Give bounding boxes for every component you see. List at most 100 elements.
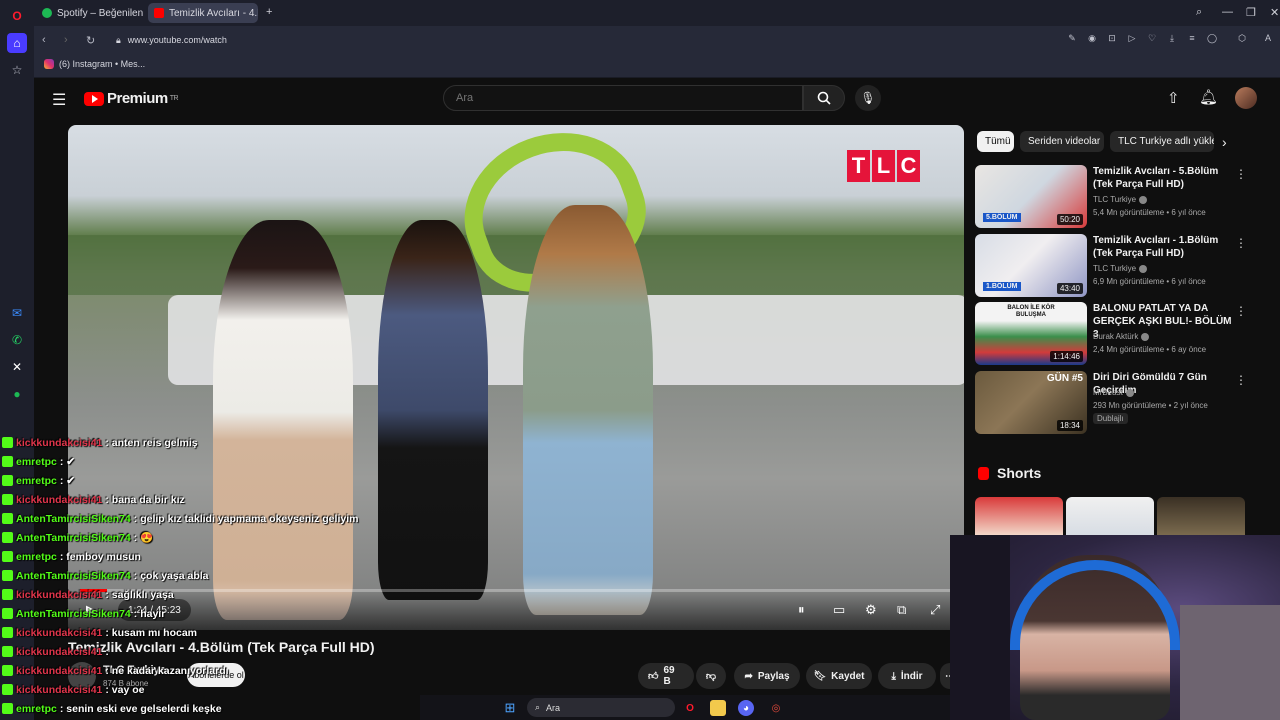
chat-username: AntenTamircisiSiken74 — [16, 569, 131, 582]
chat-text: : 😍 — [133, 532, 154, 544]
obs-icon[interactable]: ◎ — [768, 700, 784, 716]
short-thumbnail[interactable] — [1157, 497, 1245, 535]
more-vert-icon[interactable]: ⋮ — [1235, 373, 1247, 387]
url-field[interactable]: 🔒︎ www.youtube.com/watch — [108, 30, 1208, 50]
home-icon[interactable]: ⌂ — [7, 33, 27, 53]
search-button[interactable] — [803, 85, 845, 111]
stream-chat: kickkundakcisi41 : anten reis gelmiş emret… — [0, 433, 420, 718]
search-input[interactable] — [443, 85, 803, 111]
tab-label: Spotify – Beğenilen Şarkıl — [57, 7, 144, 19]
miniplayer-icon[interactable]: ⧉ — [897, 602, 906, 618]
search-tabs-icon[interactable]: ⌕ — [1196, 6, 1202, 19]
spotify-icon[interactable]: ● — [7, 384, 27, 404]
duration-badge: 1:14:46 — [1050, 351, 1083, 362]
recommendation-channel: MrBeast — [1093, 388, 1134, 397]
settings-gear-icon[interactable]: ⚙ — [865, 602, 877, 618]
new-tab-icon[interactable]: + — [266, 6, 272, 18]
chat-text: : kusam mı hocam — [105, 626, 198, 639]
recommendation-channel: TLC Turkiye — [1093, 264, 1148, 273]
profile-icon[interactable]: ◯ — [1206, 33, 1218, 45]
kick-badge-icon — [2, 551, 13, 562]
taskbar-search-text: Ara — [546, 702, 561, 713]
chat-username: kickkundakcisi41 — [16, 588, 103, 601]
save-button[interactable]: 🔖︎ Kaydet — [806, 663, 872, 689]
dislike-button[interactable]: 👎︎ — [696, 663, 726, 689]
vpn-icon[interactable]: ⬡ — [1236, 33, 1248, 45]
edit-icon[interactable]: ✎ — [1066, 33, 1078, 45]
opera-taskbar-icon[interactable]: O — [682, 700, 698, 716]
messenger-icon[interactable]: ✉ — [7, 303, 27, 323]
chat-message: kickkundakcisi41: ne kadar kazanıyorlard… — [0, 661, 420, 680]
account-avatar[interactable] — [1235, 87, 1257, 109]
chat-message: kickkundakcisi41: sağlıklı yaşa — [0, 585, 420, 604]
reload-icon[interactable]: ↻ — [86, 34, 95, 47]
hamburger-menu-icon[interactable]: ☰ — [52, 90, 66, 110]
webcam-background — [1180, 605, 1280, 720]
whatsapp-icon[interactable]: ✆ — [7, 330, 27, 350]
chevron-right-icon[interactable]: › — [1222, 134, 1227, 150]
taskbar-search[interactable]: ⌕ Ara — [527, 698, 675, 717]
more-vert-icon[interactable]: ⋮ — [1235, 167, 1247, 181]
heart-icon[interactable]: ♡ — [1146, 33, 1158, 45]
recommendation-meta: 2,4 Mn görüntüleme • 6 ay önce — [1093, 345, 1207, 354]
chat-username: kickkundakcisi41 — [16, 626, 103, 639]
autoplay-toggle-icon[interactable]: ⏸ — [798, 602, 805, 618]
aria-icon[interactable]: A — [1262, 33, 1274, 45]
kick-badge-icon — [2, 456, 13, 467]
tab-youtube[interactable]: Temizlik Avcıları - 4.Bö — [148, 3, 258, 23]
more-vert-icon[interactable]: ⋮ — [1235, 236, 1247, 250]
recommendation-item[interactable]: GÜN #5 18:34 Diri Diri Gömüldü 7 Gün Geç… — [975, 371, 1255, 435]
recommendation-meta: 293 Mn görüntüleme • 2 yıl önce — [1093, 401, 1208, 410]
tlc-letter: C — [897, 150, 920, 182]
send-icon[interactable]: ▷ — [1126, 33, 1138, 45]
youtube-logo[interactable]: Premium TR — [84, 90, 179, 107]
back-icon[interactable]: ‹ — [42, 34, 46, 46]
discord-icon[interactable]: ◕ — [738, 700, 754, 716]
recommendation-item[interactable]: 1.BÖLÜM 43:40 Temizlik Avcıları - 1.Bölü… — [975, 234, 1255, 298]
kick-badge-icon — [2, 570, 13, 581]
minimize-icon[interactable]: — — [1222, 6, 1233, 18]
bookmarks-star-icon[interactable]: ☆ — [7, 60, 27, 80]
windows-start-icon[interactable]: ⊞ — [502, 700, 518, 716]
maximize-icon[interactable]: ❐ — [1246, 6, 1256, 19]
fullscreen-icon[interactable]: ⤢ — [930, 602, 940, 618]
x-twitter-icon[interactable]: ✕ — [7, 357, 27, 377]
chat-message: AntenTamircisiSiken74: gelip kız taklidi… — [0, 509, 420, 528]
chat-text: : anten reis gelmiş — [105, 436, 198, 449]
camera-icon[interactable]: ◉ — [1086, 33, 1098, 45]
chat-text: : ✔ — [59, 455, 76, 468]
video-person-right — [523, 205, 653, 615]
opera-logo-icon[interactable]: O — [7, 6, 27, 26]
chip-all[interactable]: Tümü — [977, 131, 1014, 152]
file-explorer-icon[interactable] — [710, 700, 726, 716]
chat-message: AntenTamircisiSiken74: 😍 — [0, 528, 420, 547]
like-button[interactable]: 👍︎ 69 B — [638, 663, 694, 689]
recommendation-channel: Burak Aktürk — [1093, 332, 1150, 341]
short-thumbnail[interactable] — [975, 497, 1063, 535]
download-icon[interactable]: ⤓ — [1166, 33, 1178, 45]
menu-icon[interactable]: ≡ — [1186, 33, 1198, 45]
recommendation-item[interactable]: 5.BÖLÜM 50:20 Temizlik Avcıları - 5.Bölü… — [975, 165, 1255, 229]
voice-search-button[interactable]: 🎙︎ — [855, 85, 881, 111]
extension-icon[interactable]: ⊡ — [1106, 33, 1118, 45]
video-thumbnail: 5.BÖLÜM 50:20 — [975, 165, 1087, 228]
recommendation-channel: TLC Turkiye — [1093, 195, 1148, 204]
chip-series[interactable]: Seriden videolar — [1020, 131, 1104, 152]
chip-channel-uploads[interactable]: TLC Turkiye adlı yükle — [1110, 131, 1214, 152]
share-button[interactable]: ➦ Paylaş — [734, 663, 800, 689]
recommendation-item[interactable]: BALON İLE KÖR BULUŞMA 1:14:46 BALONU PAT… — [975, 302, 1255, 366]
video-thumbnail: GÜN #5 18:34 — [975, 371, 1087, 434]
short-thumbnail[interactable] — [1066, 497, 1154, 535]
kick-badge-icon — [2, 627, 13, 638]
bookmark-instagram[interactable]: (6) Instagram • Mes... — [44, 59, 145, 69]
forward-icon[interactable]: › — [64, 34, 68, 46]
more-vert-icon[interactable]: ⋮ — [1235, 304, 1247, 318]
subtitles-icon[interactable]: ▭ — [833, 602, 845, 618]
close-icon[interactable]: ✕ — [1270, 6, 1279, 19]
duration-badge: 18:34 — [1056, 420, 1083, 431]
upload-icon[interactable]: ⇧ — [1167, 89, 1180, 107]
chat-username: emretpc — [16, 702, 57, 715]
tab-spotify[interactable]: Spotify – Beğenilen Şarkıl — [36, 3, 144, 23]
download-button[interactable]: ⤓ İndir — [878, 663, 936, 689]
notifications-bell-icon[interactable]: 🔔︎ — [1199, 88, 1218, 106]
